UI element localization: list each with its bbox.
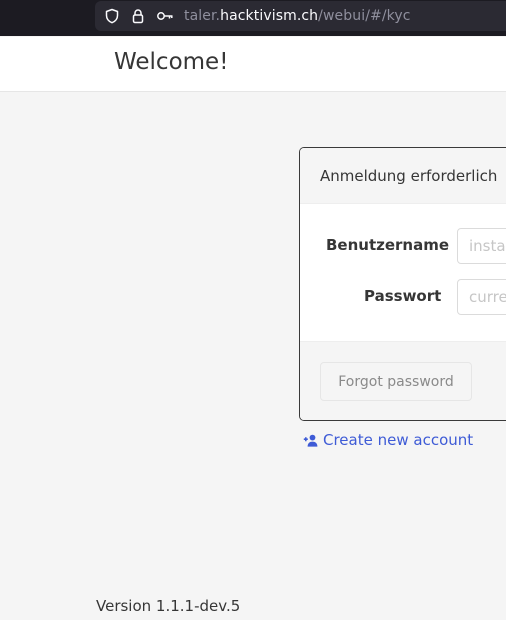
- url-text[interactable]: taler.hacktivism.ch/webui/#/kyc: [184, 7, 411, 25]
- password-input[interactable]: [457, 279, 506, 315]
- login-card: Anmeldung erforderlich Benutzername Pass…: [299, 147, 506, 421]
- key-icon[interactable]: [156, 7, 174, 25]
- version-text: Version 1.1.1-dev.5: [96, 597, 241, 615]
- card-footer: Forgot password: [300, 341, 506, 420]
- shield-icon[interactable]: [103, 7, 121, 25]
- url-prefix: taler.: [184, 8, 221, 24]
- card-title: Anmeldung erforderlich: [320, 167, 498, 185]
- forgot-password-button[interactable]: Forgot password: [320, 362, 472, 401]
- lock-icon[interactable]: [129, 7, 147, 25]
- username-label: Benutzername: [326, 236, 450, 254]
- url-domain: hacktivism.ch: [220, 8, 319, 24]
- url-path: /webui/#/kyc: [318, 8, 411, 24]
- address-bar[interactable]: taler.hacktivism.ch/webui/#/kyc: [95, 1, 506, 31]
- username-input[interactable]: [457, 228, 506, 264]
- page-title: Welcome!: [114, 49, 229, 75]
- navbar: Welcome!: [0, 37, 506, 92]
- password-label: Passwort: [364, 287, 442, 305]
- card-header: Anmeldung erforderlich: [300, 148, 506, 204]
- user-plus-icon: [303, 434, 318, 447]
- browser-toolbar: taler.hacktivism.ch/webui/#/kyc: [0, 0, 506, 36]
- create-account-label: Create new account: [323, 431, 474, 449]
- create-account-link[interactable]: Create new account: [303, 431, 473, 449]
